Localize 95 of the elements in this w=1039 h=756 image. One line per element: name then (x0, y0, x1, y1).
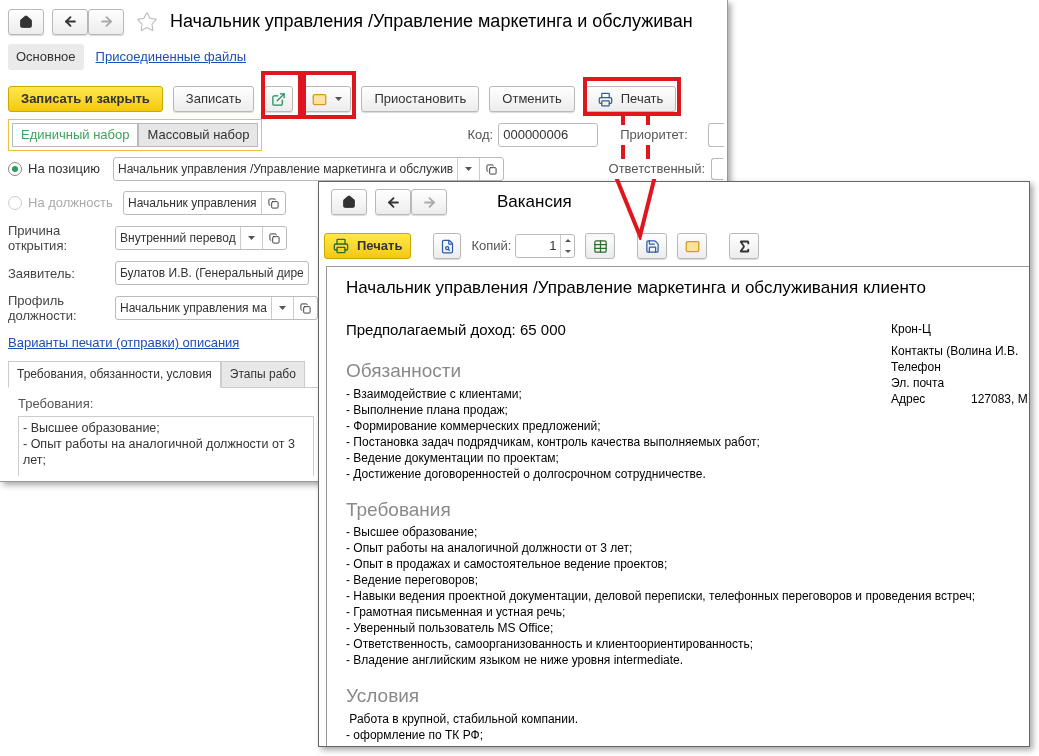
toolbar-button[interactable]: Приостановить (361, 86, 480, 112)
print-button[interactable]: Печать (324, 233, 412, 259)
list-item: - оформление по ТК РФ; (346, 726, 483, 743)
link-tab[interactable]: Присоединенные файлы (95, 44, 247, 70)
forward-arrow-icon (98, 14, 114, 29)
home-icon (342, 195, 356, 209)
window-title: Вакансия (497, 191, 572, 214)
section-heading: Требования (346, 497, 451, 522)
requirements-label: Требования: (18, 394, 94, 413)
open-icon (486, 163, 498, 175)
list-item: - Опыт в продажах и самостоятельное ведение проектов; (346, 556, 668, 572)
section-heading: Условия (346, 684, 420, 708)
caret-icon (247, 236, 255, 240)
document-search-icon (439, 238, 455, 254)
field-label: Заявитель: (8, 265, 76, 281)
input-field[interactable]: Начальник управления /Управление маркетинга и обслужив (113, 157, 505, 181)
section-heading: Обязанности (346, 359, 462, 383)
income-text: Предполагаемый доход: 65 000 (346, 319, 566, 340)
contact-value: 127083, М (971, 391, 1028, 407)
open-icon (268, 232, 280, 244)
set-mode-option[interactable]: Массовый набор (138, 123, 259, 147)
list-item: - Выполнение плана продаж; (346, 401, 508, 418)
printer-icon (333, 238, 349, 254)
responsible-field[interactable] (711, 158, 723, 180)
field-value: Начальник управления ма (119, 300, 268, 317)
external-link-button[interactable] (264, 86, 294, 112)
input-field[interactable]: Внутренний перевод (115, 226, 287, 250)
list-item: - Владение английским языком не ниже уровня intermediate. (346, 652, 684, 668)
toolbar-button[interactable]: Отменить (489, 86, 575, 112)
list-item: - Навыки ведения проектной документации, деловой переписки, телефонных переговоров и проведения встреч; (346, 588, 975, 604)
field-label: Профиль должности: (8, 293, 78, 323)
priority-field[interactable] (707, 123, 724, 147)
radio-label: На должность (28, 194, 114, 213)
open-icon (267, 197, 279, 209)
window-title: Начальник управления /Управление маркетинга и обслуживан (170, 10, 693, 33)
highlight-frame (302, 71, 356, 119)
list-item: - Грамотная письменная и устная речь; (346, 604, 566, 620)
code-label: Код: (467, 126, 494, 145)
list-item: Работа в крупной, стабильной компании. (348, 710, 578, 727)
contact-label: Крон-Ц (891, 321, 932, 337)
copies-spinner[interactable]: 1 (515, 234, 576, 258)
field-label: Причина открытия: (8, 223, 69, 253)
preview-button[interactable] (433, 233, 462, 259)
caret-icon (465, 167, 473, 171)
home-button[interactable] (8, 8, 44, 35)
list-item: - Высшее образование; (346, 524, 478, 540)
priority-label: Приоритет: (620, 125, 688, 145)
list-item: - Опыт работы на аналогичной должности от 3 лет; (346, 540, 633, 556)
print-button[interactable]: Печать (584, 86, 677, 112)
mail-button[interactable] (677, 233, 708, 259)
responsible-label: Ответственный: (608, 159, 705, 179)
list-item: - Ведение переговоров; (346, 572, 479, 588)
field-value: Начальник управления (127, 195, 258, 212)
forward-arrow-icon (421, 194, 437, 210)
field-value: Внутренний перевод (119, 230, 237, 247)
input-field[interactable]: Начальник управления ма (115, 296, 318, 320)
copies-label: Копий: (471, 237, 512, 256)
caret-icon (335, 97, 343, 101)
favorite-star-icon[interactable] (136, 10, 158, 33)
save-button[interactable] (637, 233, 668, 259)
back-button[interactable] (375, 189, 411, 215)
back-button[interactable] (52, 8, 88, 35)
document-heading: Начальник управления /Управление маркетинга и обслуживания клиенто (346, 277, 926, 299)
list-item: - Достижение договоренностей о долгосрочном сотрудничестве. (346, 465, 706, 482)
mail-dropdown-button[interactable] (303, 86, 352, 112)
save-icon (644, 238, 660, 254)
field-value: Начальник управления /Управление маркетинга и обслужив (117, 161, 455, 178)
contact-label: Контакты (Волина И.В. (891, 343, 1019, 359)
toolbar-button[interactable]: Записать (172, 86, 255, 112)
tab[interactable]: Требования, обязанности, условия (8, 360, 221, 388)
open-icon (299, 302, 311, 314)
tab[interactable]: Основное (8, 44, 84, 70)
list-item: - Уверенный пользователь MS Office; (346, 620, 554, 636)
home-button[interactable] (331, 189, 367, 215)
contact-label: Телефон (891, 359, 942, 375)
list-item: - Постановка задач подрядчикам, контроль качества выполняемых работ; (346, 433, 760, 450)
home-icon (19, 14, 33, 29)
list-item: - Ответственность, самоорганизованность и клиентоориентированность; (346, 636, 754, 652)
tab[interactable]: Этапы рабо (220, 360, 305, 388)
contact-label: Адрес (891, 391, 927, 407)
list-item: - Формирование коммерческих предложений; (346, 417, 601, 434)
save-and-close-button[interactable]: Записать и закрыть (8, 86, 163, 112)
printer-icon (597, 91, 613, 107)
edit-table-button[interactable] (585, 233, 616, 259)
code-field[interactable]: 000000006 (498, 123, 599, 147)
caret-icon (278, 306, 286, 310)
contact-label: Эл. почта (891, 375, 946, 391)
requirements-text-area[interactable]: - Высшее образование; - Опыт работы на аналогичной должности от 3 лет; (18, 416, 314, 476)
list-item: - Взаимодействие с клиентами; (346, 385, 522, 402)
list-item: - Ведение документации по проектам; (346, 449, 559, 466)
external-link-icon (271, 91, 287, 107)
highlight-frame (261, 71, 302, 119)
sum-button[interactable] (729, 233, 760, 259)
radio-label: На позицию (28, 160, 102, 179)
table-edit-icon (592, 238, 608, 254)
